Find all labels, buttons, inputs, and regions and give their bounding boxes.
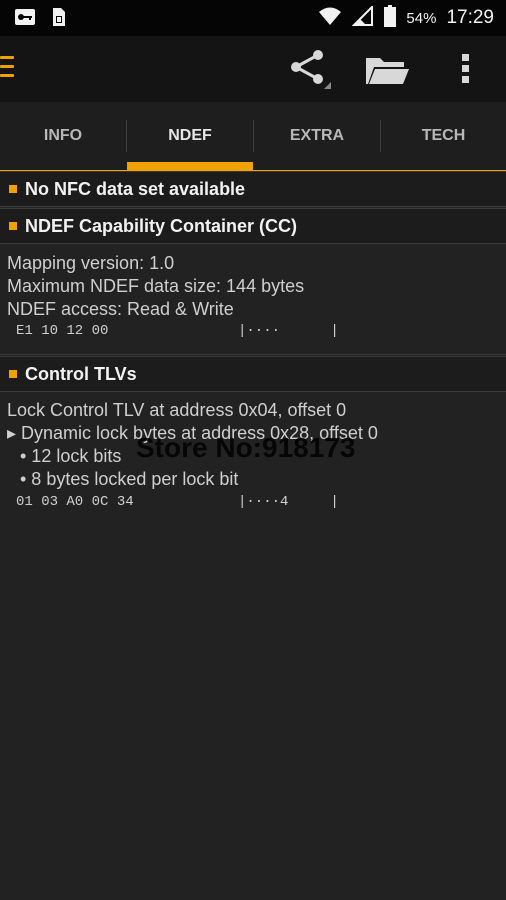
bullet-square-icon <box>9 185 17 193</box>
tlv-hex-dump: 01 03 A0 0C 34 <box>16 494 134 510</box>
wifi-icon <box>318 6 342 31</box>
section-header-cc: NDEF Capability Container (CC) <box>0 208 506 244</box>
menu-icon[interactable] <box>0 56 16 80</box>
tab-extra[interactable]: EXTRA <box>254 102 380 170</box>
battery-percent: 54% <box>406 9 437 27</box>
signal-icon <box>352 4 374 31</box>
folder-icon[interactable] <box>364 54 410 86</box>
cc-ascii-dump: |···· | <box>238 323 339 339</box>
tlv-lock-bits: • 12 lock bits <box>20 446 122 466</box>
tab-tech[interactable]: TECH <box>381 102 506 170</box>
store-watermark: Store No:918173 <box>136 432 356 463</box>
cc-mapping-version: Mapping version: 1.0 <box>7 253 175 273</box>
tab-info[interactable]: INFO <box>0 102 126 170</box>
battery-icon <box>384 4 397 32</box>
active-tab-indicator <box>127 162 253 170</box>
vpn-key-icon <box>14 7 36 32</box>
section-title: Control TLVs <box>25 363 137 384</box>
cc-access: NDEF access: Read & Write <box>7 299 234 319</box>
section-title: No NFC data set available <box>25 178 246 199</box>
section-header-tlv: Control TLVs <box>0 356 506 392</box>
clock: 17:29 <box>446 7 494 28</box>
divider <box>0 354 506 355</box>
app-toolbar <box>0 36 506 102</box>
bullet-square-icon <box>9 370 17 378</box>
status-bar: 54% 17:29 <box>0 0 506 36</box>
section-title: NDEF Capability Container (CC) <box>25 215 298 236</box>
tlv-bytes-per-bit: • 8 bytes locked per lock bit <box>20 469 239 489</box>
tlv-ascii-dump: |····4 | <box>238 494 339 510</box>
bullet-square-icon <box>9 222 17 230</box>
share-icon[interactable] <box>288 49 332 91</box>
more-vert-icon[interactable] <box>456 52 476 86</box>
cc-hex-dump: E1 10 12 00 <box>16 323 109 339</box>
section-header-no-data: No NFC data set available <box>0 171 506 207</box>
tlv-lock-control: Lock Control TLV at address 0x04, offset… <box>7 400 347 420</box>
tab-bar: INFO NDEF EXTRA TECH <box>0 102 506 172</box>
sim-card-icon <box>50 7 66 32</box>
cc-max-size: Maximum NDEF data size: 144 bytes <box>7 276 305 296</box>
tab-ndef[interactable]: NDEF <box>127 102 253 170</box>
